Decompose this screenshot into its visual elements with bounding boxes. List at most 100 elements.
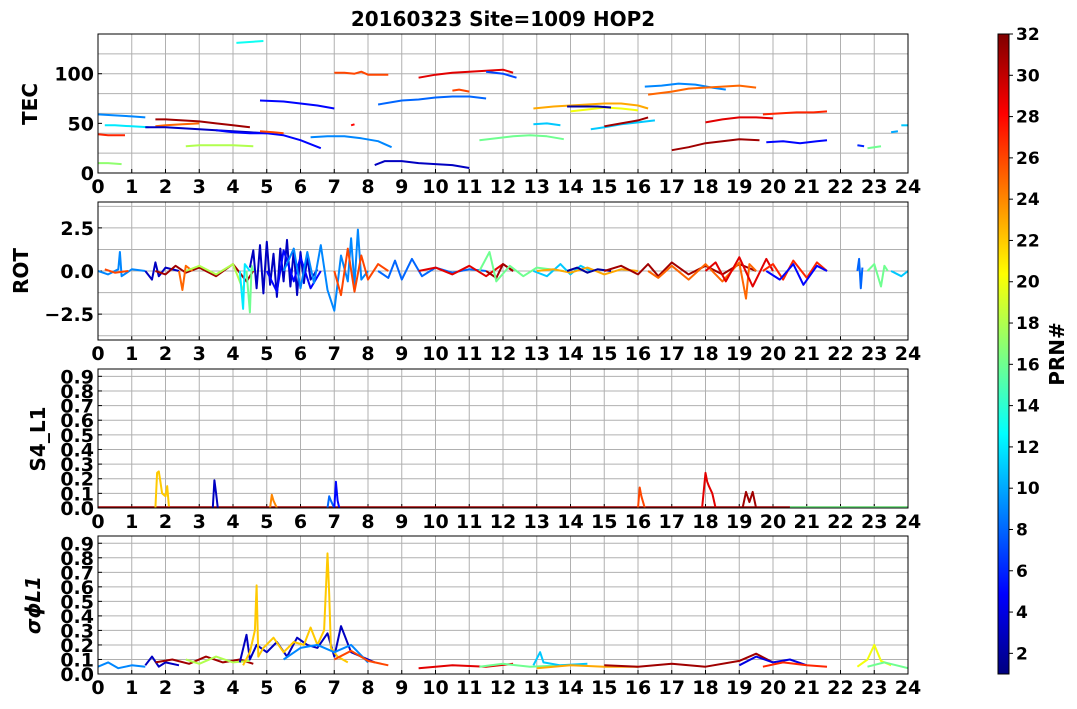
s4-x-tick-label: 11 — [456, 511, 482, 533]
tec-series-prn-27 — [98, 133, 125, 137]
figure-canvas: 20160323 Site=1009 HOP2 TEC 0 1 2 3 4 5 6 7 8 9 10… — [0, 0, 1077, 709]
sigma-x-tick-label: 4 — [226, 677, 239, 699]
colorbar-tick-label: 16 — [1016, 355, 1040, 375]
tec-x-tick-label: 19 — [726, 176, 752, 198]
s4-y-label: S4_L1 — [26, 407, 50, 472]
tec-y-tick-label: 100 — [54, 64, 94, 86]
rot-x-tick-label: 11 — [456, 343, 482, 365]
rot-x-tick-label: 4 — [226, 343, 239, 365]
colorbar-tick-label: 20 — [1016, 273, 1040, 293]
sigma-x-tick-label: 24 — [895, 677, 921, 699]
sigma-x-tick-label: 8 — [361, 677, 374, 699]
colorbar-tick-label: 26 — [1016, 149, 1040, 169]
rot-x-tick-label: 9 — [395, 343, 408, 365]
rot-x-tick-label: 15 — [591, 343, 617, 365]
rot-x-tick-label: 2 — [159, 343, 172, 365]
tec-x-tick-label: 7 — [328, 176, 341, 198]
tec-x-tick-label: 20 — [760, 176, 786, 198]
s4-x-tick-label: 4 — [226, 511, 239, 533]
tec-x-tick-label: 3 — [193, 176, 206, 198]
figure-svg: 20160323 Site=1009 HOP2 TEC 0 1 2 3 4 5 6 7 8 9 10… — [9, 7, 1069, 699]
rot-x-tick-label: 7 — [328, 343, 341, 365]
rot-x-tick-label: 3 — [193, 343, 206, 365]
tec-x-tick-label: 5 — [260, 176, 273, 198]
s4-x-tick-label: 20 — [760, 511, 786, 533]
tec-x-tick-label: 1 — [125, 176, 138, 198]
rot-x-tick-label: 8 — [361, 343, 374, 365]
tec-x-tick-label: 14 — [557, 176, 583, 198]
sigma-x-tick-label: 23 — [861, 677, 887, 699]
sigma-x-tick-label: 11 — [456, 677, 482, 699]
s4-panel: S4_L1 0 1 2 3 4 5 6 7 8 9 10 11 12 13 14 15 16 17 18 19 20 21… — [26, 366, 921, 533]
sigma-x-tick-label: 1 — [125, 677, 138, 699]
tec-x-tick-label: 13 — [524, 176, 550, 198]
tec-x-tick-label: 16 — [625, 176, 651, 198]
rot-x-tick-label: 13 — [524, 343, 550, 365]
colorbar-tick-label: 8 — [1016, 520, 1028, 540]
rot-x-tick-label: 1 — [125, 343, 138, 365]
s4-x-tick-label: 10 — [422, 511, 448, 533]
tec-y-tick-label: 0 — [81, 163, 94, 185]
rot-x-tick-label: 22 — [827, 343, 853, 365]
colorbar-tick-label: 28 — [1016, 108, 1040, 128]
sigma-x-tick-label: 19 — [726, 677, 752, 699]
tec-series-prn-18 — [185, 144, 254, 148]
colorbar-tick-label: 18 — [1016, 314, 1040, 334]
tec-series-prn-2 — [567, 105, 612, 109]
tec-x-tick-label: 22 — [827, 176, 853, 198]
tec-x-tick-label: 12 — [490, 176, 516, 198]
colorbar-tick-label: 14 — [1016, 397, 1040, 417]
s4-x-tick-label: 19 — [726, 511, 752, 533]
sigma-x-tick-label: 16 — [625, 677, 651, 699]
s4-x-tick-label: 8 — [361, 511, 374, 533]
sigma-x-tick-label: 9 — [395, 677, 408, 699]
rot-x-tick-label: 14 — [557, 343, 583, 365]
rot-x-tick-label: 5 — [260, 343, 273, 365]
rot-x-tick-label: 16 — [625, 343, 651, 365]
s4-x-tick-label: 18 — [692, 511, 718, 533]
tec-x-tick-label: 15 — [591, 176, 617, 198]
tec-panel: TEC 0 1 2 3 4 5 6 7 8 9 10 11 12 13 14 15 16 17 18 19 20 21 22… — [18, 33, 921, 198]
colorbar-tick-label: 12 — [1016, 438, 1040, 458]
rot-x-tick-label: 17 — [659, 343, 685, 365]
sigma-x-tick-label: 18 — [692, 677, 718, 699]
tec-y-label: TEC — [18, 83, 42, 125]
sigma-phi-panel: σϕL1 0 1 2 3 4 5 6 7 8 9 10 11 12 13 14 15 16 17 18 19 20 21 2… — [21, 533, 921, 699]
s4-x-tick-label: 17 — [659, 511, 685, 533]
rot-x-tick-label: 21 — [794, 343, 820, 365]
tec-x-tick-label: 2 — [159, 176, 172, 198]
s4-x-tick-label: 7 — [328, 511, 341, 533]
s4-x-tick-label: 21 — [794, 511, 820, 533]
rot-x-tick-label: 6 — [294, 343, 307, 365]
colorbar-label: PRN# — [1045, 322, 1069, 386]
sigma-x-tick-label: 22 — [827, 677, 853, 699]
rot-y-label: ROT — [9, 248, 33, 294]
tec-x-tick-label: 11 — [456, 176, 482, 198]
s4-x-tick-label: 14 — [557, 511, 583, 533]
figure-title: 20160323 Site=1009 HOP2 — [351, 7, 655, 31]
rot-x-tick-label: 23 — [861, 343, 887, 365]
tec-x-tick-label: 4 — [226, 176, 239, 198]
prn-colorbar: PRN# 2468101214161820222426283032 — [997, 25, 1069, 675]
rot-x-tick-label: 12 — [490, 343, 516, 365]
rot-x-tick-label: 18 — [692, 343, 718, 365]
rot-x-tick-label: 19 — [726, 343, 752, 365]
s4-x-tick-label: 2 — [159, 511, 172, 533]
sigma-x-tick-label: 3 — [193, 677, 206, 699]
colorbar-tick-label: 10 — [1016, 479, 1040, 499]
sigma-x-tick-label: 21 — [794, 677, 820, 699]
tec-x-tick-label: 9 — [395, 176, 408, 198]
s4-x-tick-label: 3 — [193, 511, 206, 533]
sigma-x-tick-label: 7 — [328, 677, 341, 699]
colorbar-tick-label: 2 — [1016, 644, 1028, 664]
s4-y-tick-label: 0.9 — [60, 366, 94, 388]
tec-x-tick-label: 6 — [294, 176, 307, 198]
sigma-x-tick-label: 17 — [659, 677, 685, 699]
s4-x-tick-label: 12 — [490, 511, 516, 533]
tec-x-tick-label: 18 — [692, 176, 718, 198]
colorbar-tick-label: 6 — [1016, 562, 1028, 582]
rot-panel: ROT 0 1 2 3 4 5 6 7 8 9 10 11 12 13 14 15 16 17 18 19 20 21 22… — [9, 201, 921, 365]
sigma-x-tick-label: 13 — [524, 677, 550, 699]
sigma-x-tick-label: 5 — [260, 677, 273, 699]
sigma-x-tick-label: 15 — [591, 677, 617, 699]
